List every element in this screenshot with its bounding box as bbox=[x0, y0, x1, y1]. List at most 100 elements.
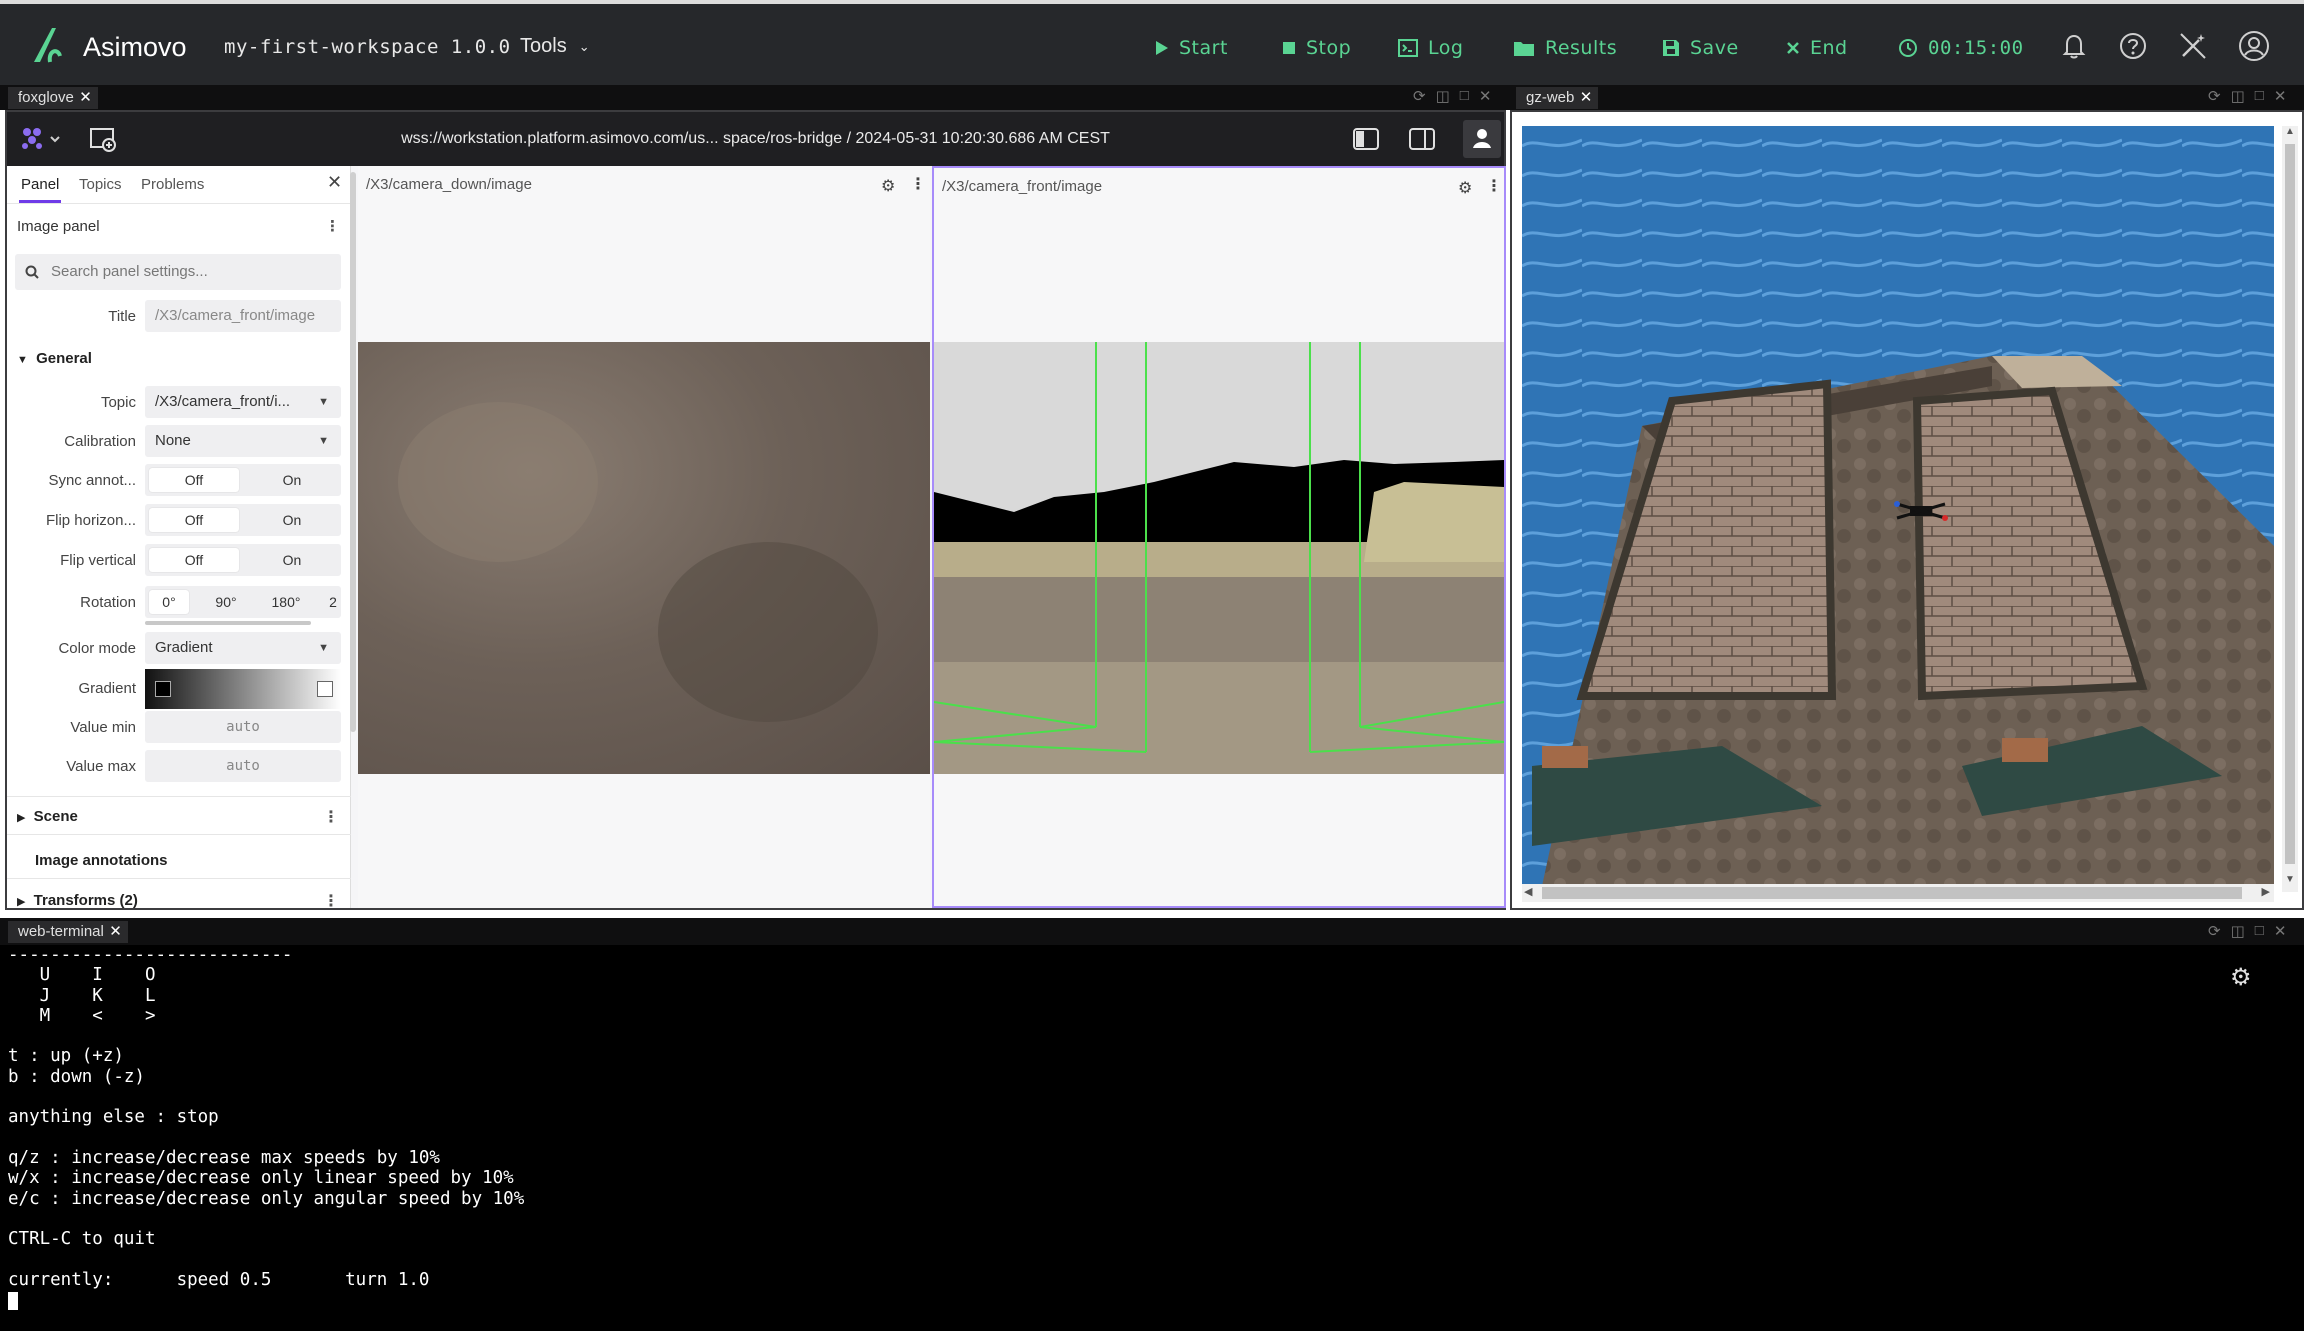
terminal-output: --------------------------- U I O J K L … bbox=[8, 945, 524, 1290]
tab-gz-web[interactable]: gz-web ✕ bbox=[1516, 87, 1599, 109]
close-icon[interactable]: ✕ bbox=[2274, 922, 2287, 940]
refresh-icon[interactable]: ⟳ bbox=[2208, 922, 2221, 940]
horizontal-scrollbar[interactable]: ◀ ▶ bbox=[1522, 884, 2274, 902]
scroll-thumb[interactable] bbox=[1542, 887, 2242, 899]
tab-topics[interactable]: Topics bbox=[79, 176, 122, 193]
scene-section[interactable]: ▶ Scene bbox=[17, 808, 78, 825]
tab-foxglove-label: foxglove bbox=[18, 89, 74, 106]
top-bar: Asimovo my-first-workspace 1.0.0 Tools ⌄… bbox=[0, 0, 2304, 85]
popout-icon[interactable]: ◫ bbox=[1436, 87, 1450, 105]
results-button[interactable]: Results bbox=[1513, 34, 1617, 62]
tab-problems[interactable]: Problems bbox=[141, 176, 204, 193]
rotation-selector[interactable]: 0° 90° 180° 2 bbox=[145, 586, 341, 618]
more-vertical-icon[interactable]: ⋮ bbox=[323, 807, 339, 827]
rotation-0-option[interactable]: 0° bbox=[149, 590, 189, 614]
calibration-label: Calibration bbox=[64, 433, 136, 450]
flip-h-on-option[interactable]: On bbox=[247, 508, 337, 532]
sync-on-option[interactable]: On bbox=[247, 468, 337, 492]
calibration-value: None bbox=[155, 432, 191, 449]
arrow-right-icon[interactable]: ▶ bbox=[2262, 885, 2270, 898]
maximize-icon[interactable]: □ bbox=[2255, 922, 2264, 940]
account-icon[interactable] bbox=[2238, 30, 2270, 62]
arrow-up-icon[interactable]: ▲ bbox=[2285, 126, 2295, 137]
tools-menu[interactable]: Tools ⌄ bbox=[520, 35, 590, 58]
sync-off-option[interactable]: Off bbox=[149, 468, 239, 492]
close-icon[interactable]: ✕ bbox=[79, 87, 92, 109]
sync-annotations-toggle[interactable]: Off On bbox=[145, 464, 341, 496]
value-min-input[interactable]: auto bbox=[145, 711, 341, 743]
more-vertical-icon[interactable]: ⋮ bbox=[325, 217, 340, 235]
calibration-select[interactable]: None ▼ bbox=[145, 425, 341, 457]
close-icon[interactable]: ✕ bbox=[1479, 87, 1492, 105]
topic-select[interactable]: /X3/camera_front/i... ▼ bbox=[145, 386, 341, 418]
close-icon[interactable]: ✕ bbox=[2274, 87, 2287, 105]
search-placeholder: Search panel settings... bbox=[51, 263, 208, 280]
image-annotations-section[interactable]: Image annotations bbox=[35, 852, 168, 869]
terminal-line: e/c : increase/decrease only angular spe… bbox=[8, 1188, 525, 1209]
vertical-scrollbar[interactable]: ▲ ▼ bbox=[2282, 126, 2298, 892]
close-icon[interactable]: ✕ bbox=[109, 921, 122, 943]
left-sidebar-toggle-icon[interactable] bbox=[1353, 128, 1379, 150]
tab-gz-web-label: gz-web bbox=[1526, 89, 1575, 106]
transforms-section[interactable]: ▶ Transforms (2) bbox=[17, 892, 138, 909]
magic-wand-off-icon[interactable] bbox=[2177, 30, 2209, 62]
gradient-start-swatch[interactable] bbox=[155, 681, 171, 697]
settings-gears-icon[interactable]: ⚙ bbox=[2230, 963, 2252, 992]
flip-v-on-option[interactable]: On bbox=[247, 548, 337, 572]
stop-button[interactable]: Stop bbox=[1282, 34, 1351, 62]
general-section[interactable]: ▼ General bbox=[17, 350, 92, 367]
log-button[interactable]: Log bbox=[1398, 34, 1463, 62]
user-menu-button[interactable] bbox=[1463, 120, 1501, 158]
caret-right-icon: ▶ bbox=[17, 896, 26, 908]
arrow-left-icon[interactable]: ◀ bbox=[1524, 885, 1532, 898]
arrow-down-icon[interactable]: ▼ bbox=[2285, 874, 2295, 885]
refresh-icon[interactable]: ⟳ bbox=[2208, 87, 2221, 105]
flip-horizontal-toggle[interactable]: Off On bbox=[145, 504, 341, 536]
panel-settings-sidebar: Panel Topics Problems ✕ Image panel ⋮ Se… bbox=[7, 166, 351, 911]
divider bbox=[7, 878, 351, 879]
gradient-picker[interactable] bbox=[145, 669, 341, 709]
right-sidebar-toggle-icon[interactable] bbox=[1409, 128, 1435, 150]
more-vertical-icon[interactable]: ⋮ bbox=[323, 891, 339, 911]
brand-name[interactable]: Asimovo bbox=[83, 32, 187, 63]
color-mode-select[interactable]: Gradient ▼ bbox=[145, 632, 341, 664]
caret-down-icon: ▼ bbox=[318, 435, 329, 447]
rotation-270-option[interactable]: 2 bbox=[323, 590, 341, 614]
refresh-icon[interactable]: ⟳ bbox=[1413, 87, 1426, 105]
flip-vertical-toggle[interactable]: Off On bbox=[145, 544, 341, 576]
terminal[interactable]: --------------------------- U I O J K L … bbox=[0, 945, 2304, 1331]
end-button[interactable]: End bbox=[1786, 34, 1848, 62]
rotation-90-option[interactable]: 90° bbox=[201, 590, 251, 614]
maximize-icon[interactable]: □ bbox=[2255, 87, 2264, 105]
gear-icon[interactable]: ⚙ bbox=[1458, 178, 1472, 198]
tab-foxglove[interactable]: foxglove ✕ bbox=[8, 87, 98, 109]
bell-icon[interactable] bbox=[2058, 30, 2090, 62]
close-icon[interactable]: ✕ bbox=[327, 172, 342, 193]
save-button[interactable]: Save bbox=[1662, 34, 1739, 62]
terminal-line: M < > bbox=[39, 1005, 156, 1026]
popout-icon[interactable]: ◫ bbox=[2231, 87, 2245, 105]
gradient-end-swatch[interactable] bbox=[317, 681, 333, 697]
more-vertical-icon[interactable]: ⋮ bbox=[1486, 176, 1502, 196]
gazebo-3d-view[interactable] bbox=[1522, 126, 2274, 886]
gear-icon[interactable]: ⚙ bbox=[881, 176, 895, 196]
tab-web-terminal[interactable]: web-terminal ✕ bbox=[8, 921, 128, 943]
help-icon[interactable] bbox=[2117, 30, 2149, 62]
topic-label: Topic bbox=[100, 394, 136, 411]
flip-h-off-option[interactable]: Off bbox=[149, 508, 239, 532]
general-label: General bbox=[36, 350, 92, 367]
close-icon[interactable]: ✕ bbox=[1580, 87, 1593, 109]
maximize-icon[interactable]: □ bbox=[1460, 87, 1469, 105]
horizontal-scrollbar[interactable] bbox=[145, 621, 311, 625]
sidebar-scrollbar[interactable] bbox=[350, 172, 356, 732]
popout-icon[interactable]: ◫ bbox=[2231, 922, 2245, 940]
rotation-180-option[interactable]: 180° bbox=[261, 590, 311, 614]
tab-panel[interactable]: Panel bbox=[18, 176, 62, 203]
more-vertical-icon[interactable]: ⋮ bbox=[910, 174, 926, 194]
value-max-input[interactable]: auto bbox=[145, 750, 341, 782]
title-input[interactable]: /X3/camera_front/image bbox=[145, 300, 341, 332]
search-settings-input[interactable]: Search panel settings... bbox=[15, 254, 341, 290]
flip-v-off-option[interactable]: Off bbox=[149, 548, 239, 572]
start-button[interactable]: Start bbox=[1155, 34, 1228, 62]
scroll-thumb[interactable] bbox=[2285, 144, 2295, 864]
